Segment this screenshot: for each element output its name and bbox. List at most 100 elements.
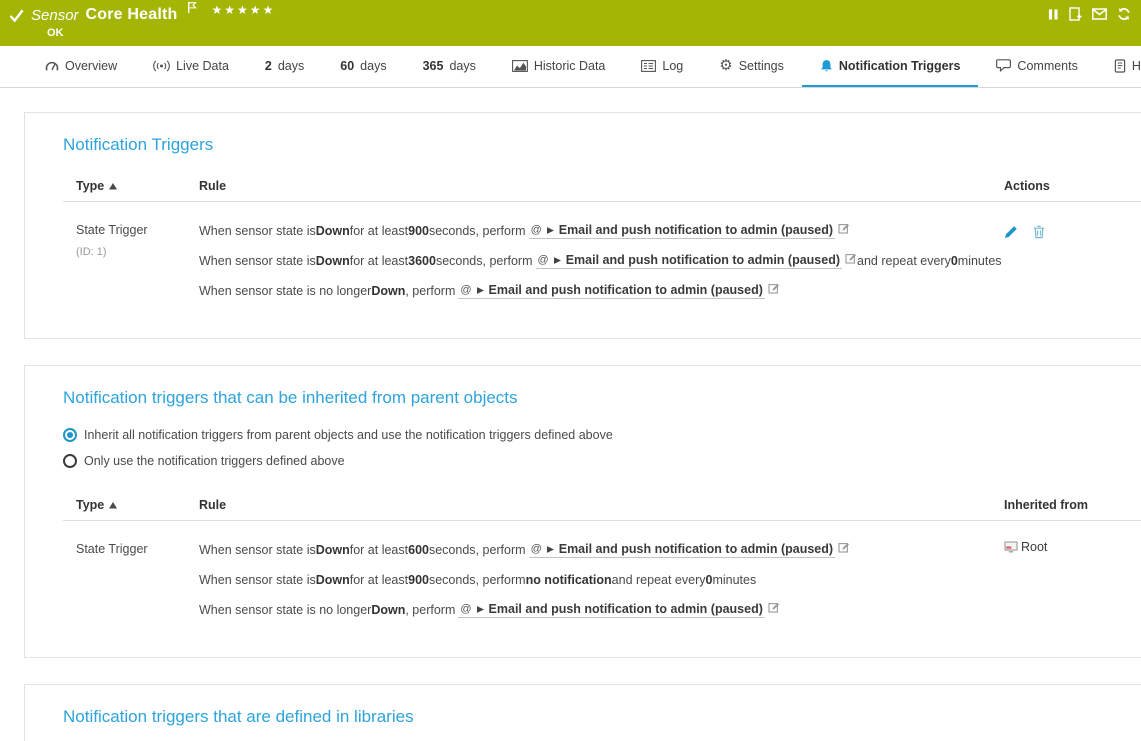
- notification-name: Email and push notification to admin (pa…: [559, 223, 833, 237]
- notification-link[interactable]: @Email and push notification to admin (p…: [529, 223, 836, 239]
- at-icon: @: [531, 543, 542, 555]
- priority-stars[interactable]: ★★★★★: [212, 3, 276, 17]
- rule-text: When sensor state is: [199, 543, 316, 557]
- at-icon: @: [460, 603, 471, 615]
- pause-icon[interactable]: [1048, 8, 1059, 21]
- tab-365-days[interactable]: 365 days: [405, 46, 494, 87]
- tab-notification-triggers[interactable]: Notification Triggers: [802, 46, 979, 87]
- trigger-rule: When sensor state is Down for at least 6…: [199, 535, 1004, 565]
- rule-value: Down: [371, 284, 405, 298]
- play-icon: [476, 286, 485, 295]
- tab-history[interactable]: History: [1096, 46, 1141, 87]
- rule-value: Down: [316, 224, 350, 238]
- trigger-type-cell: State Trigger (ID: 1): [63, 216, 199, 306]
- root-object-icon: [1004, 541, 1018, 553]
- inherited-from-link[interactable]: Root: [1004, 535, 1141, 554]
- add-report-icon[interactable]: [1069, 7, 1082, 21]
- notification-link[interactable]: @Email and push notification to admin (p…: [529, 542, 836, 558]
- trigger-row: State TriggerWhen sensor state is Down f…: [63, 535, 1141, 625]
- inherit-radio-option-1[interactable]: Inherit all notification triggers from p…: [63, 422, 1141, 448]
- tab-live-data[interactable]: Live Data: [135, 46, 247, 87]
- flag-icon[interactable]: [187, 1, 197, 19]
- rule-value: no notification: [526, 573, 612, 587]
- rule-text: minutes: [712, 573, 756, 587]
- tab-comments[interactable]: Comments: [978, 46, 1095, 87]
- trigger-id: (ID: 1): [76, 246, 199, 258]
- tab-label: Log: [662, 59, 683, 73]
- rule-value: 900: [408, 573, 429, 587]
- delete-icon[interactable]: [1033, 225, 1045, 239]
- column-header-type[interactable]: Type: [63, 498, 199, 512]
- section-title: Notification triggers that are defined i…: [63, 707, 1141, 727]
- edit-icon[interactable]: [1004, 225, 1018, 239]
- history-icon: [1114, 59, 1126, 73]
- notification-link[interactable]: @ Email and push notification to admin (p…: [458, 283, 765, 299]
- live-data-icon: [153, 60, 170, 72]
- trigger-rule: When sensor state is no longer Down, per…: [199, 276, 1004, 306]
- at-icon: @: [460, 284, 471, 296]
- at-icon: @: [538, 254, 549, 266]
- rule-text: , perform: [405, 284, 455, 298]
- trigger-rule: When sensor state is Down for at least 9…: [199, 565, 1004, 595]
- tab-number: 2: [265, 59, 272, 73]
- rule-text: When sensor state is no longer: [199, 284, 371, 298]
- trigger-rows: State Trigger(ID: 1)When sensor state is…: [63, 202, 1141, 306]
- notification-link[interactable]: @Email and push notification to admin (p…: [458, 602, 765, 618]
- tab-number: 365: [423, 59, 444, 73]
- rule-value: Down: [371, 603, 405, 617]
- radio-label: Inherit all notification triggers from p…: [84, 428, 613, 442]
- trigger-type: State Trigger: [76, 223, 199, 237]
- rule-text: and repeat every: [857, 254, 951, 268]
- column-header-inherited-from: Inherited from: [1004, 498, 1141, 512]
- trigger-type: State Trigger: [76, 542, 199, 556]
- inherited-triggers-section: Notification triggers that can be inheri…: [24, 365, 1141, 658]
- comments-icon: [996, 59, 1011, 72]
- tab-60-days[interactable]: 60days: [322, 46, 404, 87]
- edit-note-icon[interactable]: [768, 601, 780, 613]
- inherited-from-cell: Root: [1004, 535, 1141, 625]
- tab-label: days: [278, 59, 304, 73]
- rule-value: Down: [316, 573, 350, 587]
- tab-label: Settings: [739, 59, 784, 73]
- tab-settings[interactable]: ⚙Settings: [701, 46, 802, 87]
- tab-number: 60: [340, 59, 354, 73]
- sensor-name: Core Health: [86, 6, 178, 24]
- tab-label: Notification Triggers: [839, 59, 961, 73]
- edit-note-icon[interactable]: [768, 282, 780, 294]
- rule-text: seconds, perform: [429, 543, 526, 557]
- tab-label: Historic Data: [534, 59, 606, 73]
- rule-text: minutes: [958, 254, 1002, 268]
- rule-value: Down: [316, 543, 350, 557]
- rule-value: 3600: [408, 254, 436, 268]
- tab-bar: OverviewLive Data 2 days 60days 365 days Histo…: [0, 46, 1141, 88]
- notification-triggers-section: Notification Triggers Type Rule Actions …: [24, 112, 1141, 339]
- radio-selected-icon[interactable]: [63, 428, 77, 442]
- library-triggers-section: Notification triggers that are defined i…: [24, 684, 1141, 741]
- trigger-rule: When sensor state is no longer Down, per…: [199, 595, 1004, 625]
- radio-unselected-icon[interactable]: [63, 454, 77, 468]
- trigger-rules-cell: When sensor state is Down for at least 6…: [199, 535, 1004, 625]
- sensor-header-bar: Sensor Core Health ★★★★★ OK: [0, 0, 1141, 46]
- inherited-from-label: Root: [1021, 540, 1047, 554]
- column-header-type[interactable]: Type: [63, 179, 199, 193]
- rule-text: When sensor state is: [199, 573, 316, 587]
- tab-label: days: [449, 59, 475, 73]
- object-kind-label: Sensor: [31, 7, 79, 24]
- tab-2-days[interactable]: 2 days: [247, 46, 322, 87]
- refresh-icon[interactable]: [1117, 7, 1131, 21]
- tab-historic-data[interactable]: Historic Data: [494, 46, 624, 87]
- rule-text: and repeat every: [612, 573, 706, 587]
- notification-name: Email and push notification to admin (pa…: [489, 283, 763, 297]
- column-header-rule: Rule: [199, 179, 1004, 193]
- trigger-rows: State TriggerWhen sensor state is Down f…: [63, 521, 1141, 625]
- email-icon[interactable]: [1092, 8, 1107, 20]
- edit-note-icon[interactable]: [845, 252, 857, 264]
- tab-overview[interactable]: Overview: [27, 46, 135, 87]
- notification-link[interactable]: @Email and push notification to admin (p…: [536, 253, 843, 269]
- edit-note-icon[interactable]: [838, 541, 850, 553]
- edit-note-icon[interactable]: [838, 222, 850, 234]
- rule-text: When sensor state is: [199, 224, 316, 238]
- play-icon: [546, 545, 555, 554]
- inherit-radio-option-2[interactable]: Only use the notification triggers defin…: [63, 448, 1141, 474]
- tab-log[interactable]: Log: [623, 46, 701, 87]
